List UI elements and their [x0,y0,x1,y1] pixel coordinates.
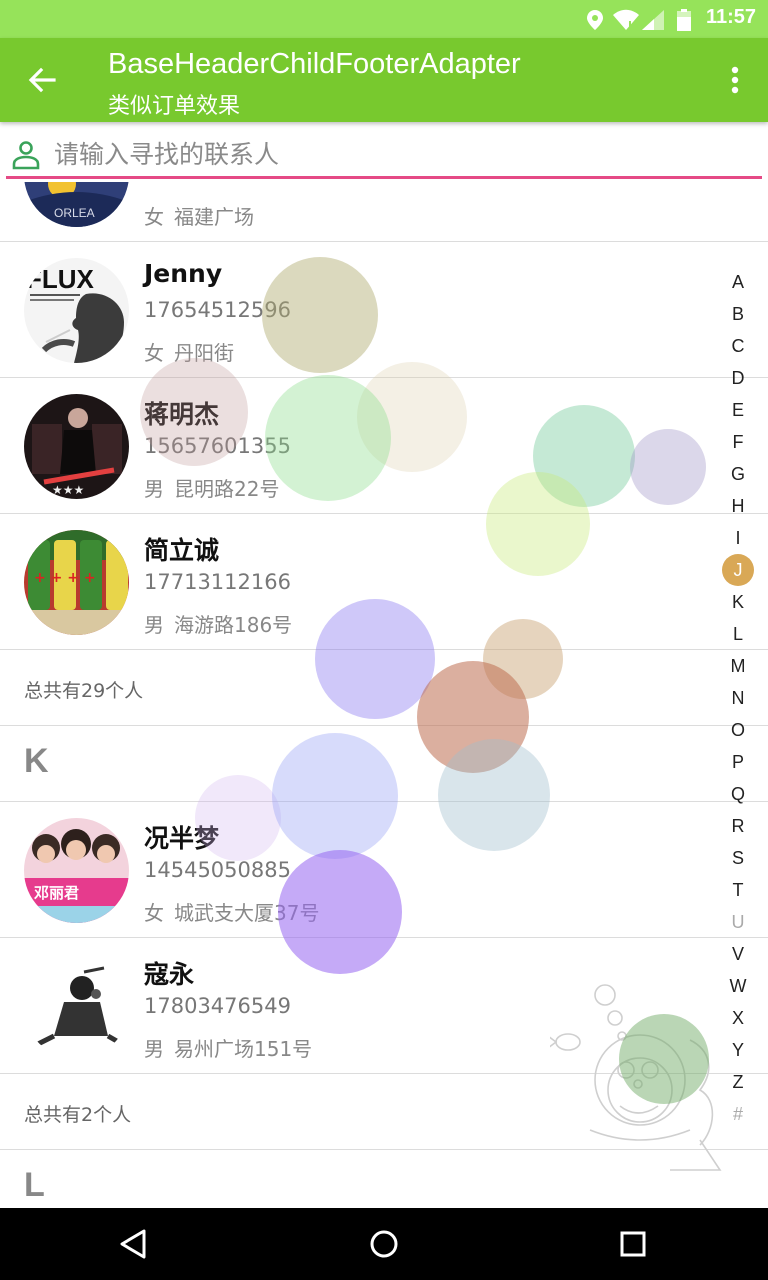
index-letter[interactable]: J [720,554,756,586]
index-letter[interactable]: W [720,970,756,1002]
app-bar: BaseHeaderChildFooterAdapter 类似订单效果 [0,38,768,122]
index-letter[interactable]: A [720,266,756,298]
back-triangle-icon[interactable] [116,1226,152,1262]
contact-phone: 14545050885 [144,858,291,882]
contact-name: 寇永 [144,960,195,989]
index-letter[interactable]: C [720,330,756,362]
contact-phone: 17654512596 [144,298,291,322]
index-letter[interactable]: Y [720,1034,756,1066]
contact-row[interactable]: 邓丽君 况半梦 14545050885 女城武支大厦37号 [0,802,768,938]
page-title: BaseHeaderChildFooterAdapter [108,48,521,80]
contact-row[interactable]: 寇永 17803476549 男易州广场151号 [0,938,768,1074]
svg-text:ORLEA: ORLEA [54,206,95,220]
contact-phone: 17713112166 [144,570,291,594]
group-footer: 总共有2个人 [0,1074,768,1150]
location-icon [587,10,603,30]
battery-icon [677,9,691,31]
group-header: K [0,726,768,802]
group-header: L [0,1150,768,1208]
contact-address: 男昆明路22号 [144,477,280,501]
index-letter[interactable]: U [720,906,756,938]
contact-address: 男易州广场151号 [144,1037,313,1061]
index-letter[interactable]: O [720,714,756,746]
arrow-back-icon[interactable] [22,60,62,100]
svg-text:+ + + +: + + + + [34,570,96,586]
person-outline-icon [12,141,40,170]
recents-square-icon[interactable] [615,1226,651,1262]
index-letter[interactable]: R [720,810,756,842]
signal-icon [642,10,664,30]
group-letter: L [24,1166,45,1204]
contact-address: 男海游路186号 [144,613,293,637]
index-letter[interactable]: N [720,682,756,714]
contact-row[interactable]: FLUX Jenny 17654512596 女丹阳街 [0,242,768,378]
contact-address: 女丹阳街 [144,341,234,365]
index-letter[interactable]: L [720,618,756,650]
index-letter[interactable]: K [720,586,756,618]
index-letter[interactable]: I [720,522,756,554]
contact-name: 况半梦 [144,824,220,853]
group-letter: K [24,742,49,780]
index-letter[interactable]: F [720,426,756,458]
home-circle-icon[interactable] [366,1226,402,1262]
alphabet-index[interactable]: A B C D E F G H I J K L M N O P Q R S T U V W X Y Z # [720,266,756,1130]
group-footer: 总共有29个人 [0,650,768,726]
avatar: FLUX [24,258,129,363]
svg-text:邓丽君: 邓丽君 [34,884,79,902]
search-underline [6,176,762,179]
wifi-icon [613,9,639,30]
index-letter[interactable]: P [720,746,756,778]
group-count: 总共有29个人 [24,680,144,702]
group-count: 总共有2个人 [24,1104,132,1126]
index-letter[interactable]: Z [720,1066,756,1098]
index-letter[interactable]: T [720,874,756,906]
svg-text:★★★: ★★★ [52,483,84,497]
avatar: 邓丽君 [24,818,129,923]
more-vert-icon[interactable] [720,60,750,100]
app-screen: 11:57 BaseHeaderChildFooterAdapter 类似订单效… [0,0,768,1280]
contact-address: 女城武支大厦37号 [144,901,320,925]
index-letter[interactable]: S [720,842,756,874]
index-letter[interactable]: # [720,1098,756,1130]
contact-phone: 15657601355 [144,434,291,458]
contact-phone: 17803476549 [144,994,291,1018]
index-letter[interactable]: D [720,362,756,394]
index-letter[interactable]: Q [720,778,756,810]
contact-name: Jenny [144,259,223,288]
search-bar [0,122,768,182]
index-letter[interactable]: E [720,394,756,426]
contact-address: 女福建广场 [144,205,254,229]
avatar: + + + + [24,530,129,635]
index-letter[interactable]: M [720,650,756,682]
index-letter[interactable]: G [720,458,756,490]
avatar: ORLEA [24,182,129,227]
contact-name: 蒋明杰 [144,400,220,429]
search-input[interactable] [54,138,754,170]
contact-name: 简立诚 [144,536,220,565]
contact-row[interactable]: + + + + 简立诚 17713112166 男海游路186号 [0,514,768,650]
contact-list[interactable]: ORLEA 女福建广场 FLUX Jenny 17654512596 女 丹阳街… [0,182,768,1208]
index-letter[interactable]: X [720,1002,756,1034]
index-letter[interactable]: B [720,298,756,330]
status-bar: 11:57 [0,0,768,38]
avatar: ★★★ [24,394,129,499]
contact-row[interactable]: ★★★ 蒋明杰 15657601355 男昆明路22号 [0,378,768,514]
status-time: 11:57 [705,6,756,28]
index-letter[interactable]: V [720,938,756,970]
svg-text:FLUX: FLUX [26,264,95,294]
system-nav-bar [0,1208,768,1280]
page-subtitle: 类似订单效果 [108,94,241,119]
avatar [24,954,129,1059]
index-letter[interactable]: H [720,490,756,522]
contact-row[interactable]: ORLEA 女福建广场 [0,182,768,242]
